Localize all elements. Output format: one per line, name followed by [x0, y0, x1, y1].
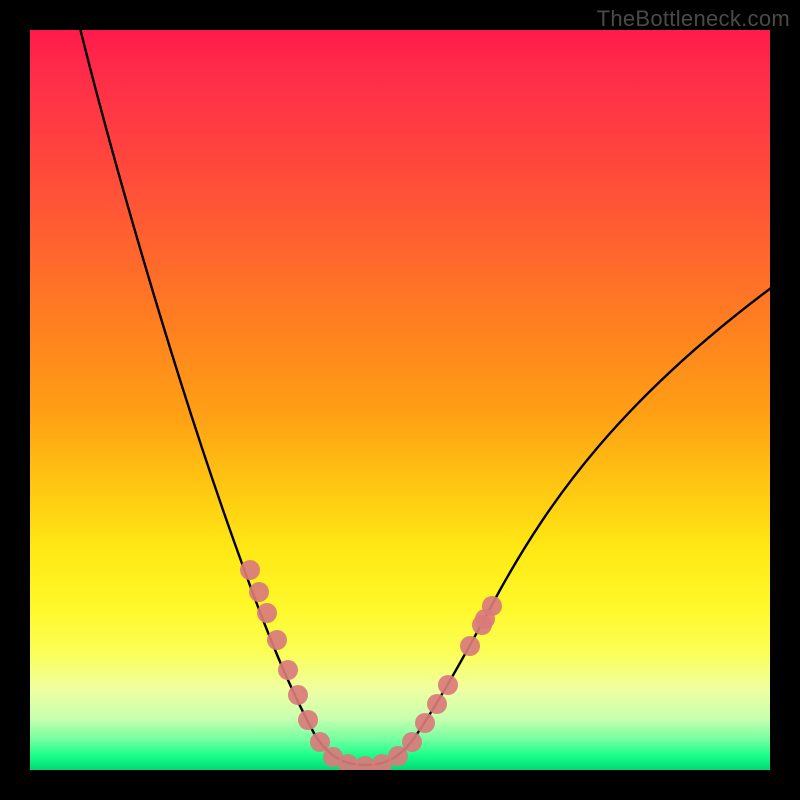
marker-dot — [278, 660, 298, 680]
marker-dot — [438, 675, 458, 695]
marker-dot — [267, 630, 287, 650]
plot-area — [30, 30, 770, 770]
marker-dot — [402, 732, 422, 752]
curve-svg — [30, 30, 770, 770]
marker-dot — [482, 596, 502, 616]
marker-dot — [249, 582, 269, 602]
marker-dot — [240, 560, 260, 580]
marker-dot — [288, 685, 308, 705]
watermark-text: TheBottleneck.com — [597, 6, 790, 32]
marker-dot — [427, 694, 447, 714]
bottleneck-curve — [78, 30, 770, 765]
marker-dot — [460, 636, 480, 656]
marker-dot — [257, 603, 277, 623]
marker-group — [240, 560, 502, 770]
marker-dot — [355, 756, 375, 770]
marker-dot — [298, 710, 318, 730]
marker-dot — [415, 713, 435, 733]
chart-container: TheBottleneck.com — [0, 0, 800, 800]
